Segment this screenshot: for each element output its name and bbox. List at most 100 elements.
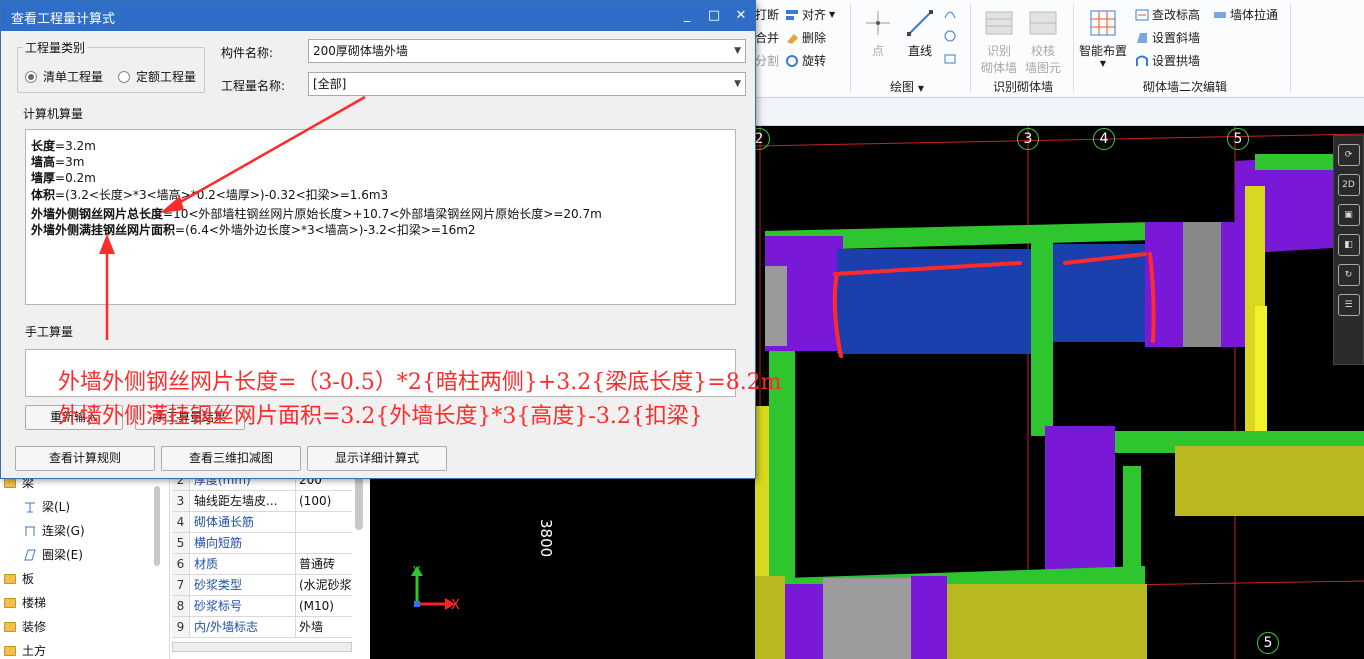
set-slope-button[interactable]: 设置斜墙: [1135, 29, 1200, 46]
radio-circle: [118, 70, 130, 83]
axis-bubble-5-bottom: 5: [1257, 632, 1279, 654]
set-arch-button[interactable]: 设置拱墙: [1135, 52, 1200, 69]
circle-button[interactable]: [943, 29, 957, 43]
dimension-label: 3800: [537, 519, 555, 558]
check-wall-button[interactable]: 校核 墙图元: [1025, 8, 1061, 76]
edit-elevation-button[interactable]: 查改标高: [1135, 6, 1200, 23]
ribbon: 打断 合并 分割 对齐 ▼ 删除 旋转 点 直线 绘图 ▼ 识别 砌体墙 校核 墙…: [755, 0, 1364, 98]
edit-elevation-icon: [1135, 8, 1149, 22]
tree-scrollbar[interactable]: [154, 486, 160, 566]
y-axis-label: Y: [413, 564, 421, 578]
line-icon: [907, 10, 933, 36]
prop-row[interactable]: 4 砌体通长筋: [172, 512, 352, 533]
line-button[interactable]: 直线: [905, 8, 935, 59]
props-hscrollbar[interactable]: [172, 642, 352, 652]
calc-line: 体积=(3.2<长度>*3<墙高>*0.2<墙厚>)-0.32<扣梁>=1.6m…: [31, 188, 389, 202]
smart-layout-button[interactable]: 智能布置 ▼: [1079, 8, 1127, 68]
chevron-down-icon: ▼: [829, 10, 836, 19]
tree-folder-stairs[interactable]: 楼梯: [4, 594, 46, 611]
cube-icon[interactable]: ◧: [1337, 234, 1360, 256]
point-button[interactable]: 点: [863, 8, 893, 59]
tree-folder-slab[interactable]: 板: [4, 570, 34, 587]
arc-button[interactable]: [943, 6, 957, 20]
chevron-down-icon: ▼: [917, 84, 924, 93]
prop-row[interactable]: 5 横向短筋: [172, 533, 352, 554]
show-detail-formula-button[interactable]: 显示详细计算式: [307, 446, 447, 471]
computer-qty-textbox[interactable]: 长度=3.2m 墙高=3m 墙厚=0.2m 体积=(3.2<长度>*3<墙高>*…: [25, 129, 736, 305]
component-name-label: 构件名称:: [221, 46, 274, 60]
ribbon-separator: [970, 4, 971, 92]
arc-icon: [943, 6, 957, 20]
prop-row[interactable]: 9 内/外墙标志 外墙: [172, 617, 352, 638]
ribbon-separator: [850, 4, 851, 92]
draw-group-label[interactable]: 绘图 ▼: [890, 78, 924, 95]
drawing-canvas[interactable]: 2 3 4 5 5: [755, 126, 1364, 659]
prop-row[interactable]: 6 材质 普通砖: [172, 554, 352, 575]
tree-folder-earthwork[interactable]: 土方: [4, 642, 46, 659]
calc-line: 墙厚=0.2m: [31, 171, 96, 185]
view-3d-icon[interactable]: ▣: [1337, 204, 1360, 226]
qty-name-select[interactable]: [全部] ▼: [308, 72, 746, 96]
radio-circle: [25, 70, 37, 83]
masonry-edit-group-label: 砌体墙二次编辑: [1143, 80, 1228, 94]
folder-icon: [4, 477, 16, 488]
delete-button[interactable]: 删除: [785, 29, 826, 46]
folder-icon: [4, 573, 16, 584]
minimize-button[interactable]: _: [676, 5, 698, 27]
component-name-select[interactable]: 200厚砌体墙外墙 ▼: [308, 39, 746, 63]
arch-wall-icon: [1135, 54, 1149, 68]
break-button[interactable]: 打断: [755, 6, 779, 23]
rect-button[interactable]: [943, 52, 957, 66]
qty-type-group-label: 工程量类别: [23, 39, 88, 56]
dialog-titlebar[interactable]: 查看工程量计算式 _ □ ✕: [1, 1, 755, 31]
align-button[interactable]: 对齐 ▼: [785, 6, 835, 23]
tree-folder-decoration[interactable]: 装修: [4, 618, 46, 635]
ring-beam-icon: [24, 549, 36, 561]
axis-bubble-5: 5: [1227, 128, 1249, 150]
property-grid: 2 厚度(mm) 200 3 轴线距左墙皮... (100) 4 砌体通长筋 5 横向短筋 …: [172, 466, 368, 659]
tree-item-beam-l[interactable]: 梁(L): [24, 498, 70, 515]
calc-line: 长度=3.2m: [31, 139, 96, 153]
rectangle-icon: [943, 52, 957, 66]
wall-stretch-icon: [1213, 8, 1227, 22]
view-rules-button[interactable]: 查看计算规则: [15, 446, 155, 471]
rotate-view-icon[interactable]: ↻: [1337, 264, 1360, 286]
wall-model-3d: [755, 126, 1364, 659]
qty-name-label: 工程量名称:: [221, 79, 286, 93]
layer-icon[interactable]: ☰: [1337, 294, 1360, 316]
check-wall-icon: [1029, 11, 1057, 35]
maximize-button[interactable]: □: [703, 5, 725, 27]
radio-list-qty[interactable]: 清单工程量: [25, 68, 103, 85]
axis-bubble-3: 3: [1017, 128, 1039, 150]
beam-icon: [24, 501, 36, 513]
wall-stretch-button[interactable]: 墙体拉通: [1213, 6, 1278, 23]
chevron-down-icon: ▼: [734, 79, 741, 89]
ribbon-bottom-strip: [755, 98, 1364, 126]
drawing-canvas-left[interactable]: 3800 X Y: [370, 479, 755, 659]
identify-wall-button[interactable]: 识别 砌体墙: [981, 8, 1017, 76]
align-icon: [785, 8, 799, 22]
chevron-down-icon: ▼: [734, 46, 741, 56]
folder-icon: [4, 597, 16, 608]
view-2d-icon[interactable]: 2D: [1337, 174, 1360, 196]
folder-icon: [4, 621, 16, 632]
tree-item-ring-beam[interactable]: 圈梁(E): [24, 546, 83, 563]
prop-row[interactable]: 8 砂浆标号 (M10): [172, 596, 352, 617]
props-scrollbar[interactable]: [355, 470, 363, 530]
radio-quota-qty[interactable]: 定额工程量: [118, 68, 196, 85]
point-icon: [866, 11, 890, 35]
computer-qty-label: 计算机算量: [23, 107, 84, 121]
split-button[interactable]: 分割: [755, 52, 779, 69]
view-toolbar: ⟳ 2D ▣ ◧ ↻ ☰: [1333, 135, 1364, 365]
close-button[interactable]: ✕: [730, 5, 752, 27]
prop-row[interactable]: 7 砂浆类型 (水泥砂浆: [172, 575, 352, 596]
tree-item-link-beam[interactable]: 连梁(G): [24, 522, 85, 539]
view-3d-deduct-button[interactable]: 查看三维扣减图: [161, 446, 301, 471]
folder-icon: [4, 645, 16, 656]
orbit-icon[interactable]: ⟳: [1337, 144, 1360, 166]
component-tree: 梁 梁(L) 连梁(G) 圈梁(E) 板 楼梯 装修 土方: [0, 466, 170, 659]
prop-row[interactable]: 3 轴线距左墙皮... (100): [172, 491, 352, 512]
slope-wall-icon: [1135, 31, 1149, 45]
merge-button[interactable]: 合并: [755, 29, 779, 46]
rotate-button[interactable]: 旋转: [785, 52, 826, 69]
